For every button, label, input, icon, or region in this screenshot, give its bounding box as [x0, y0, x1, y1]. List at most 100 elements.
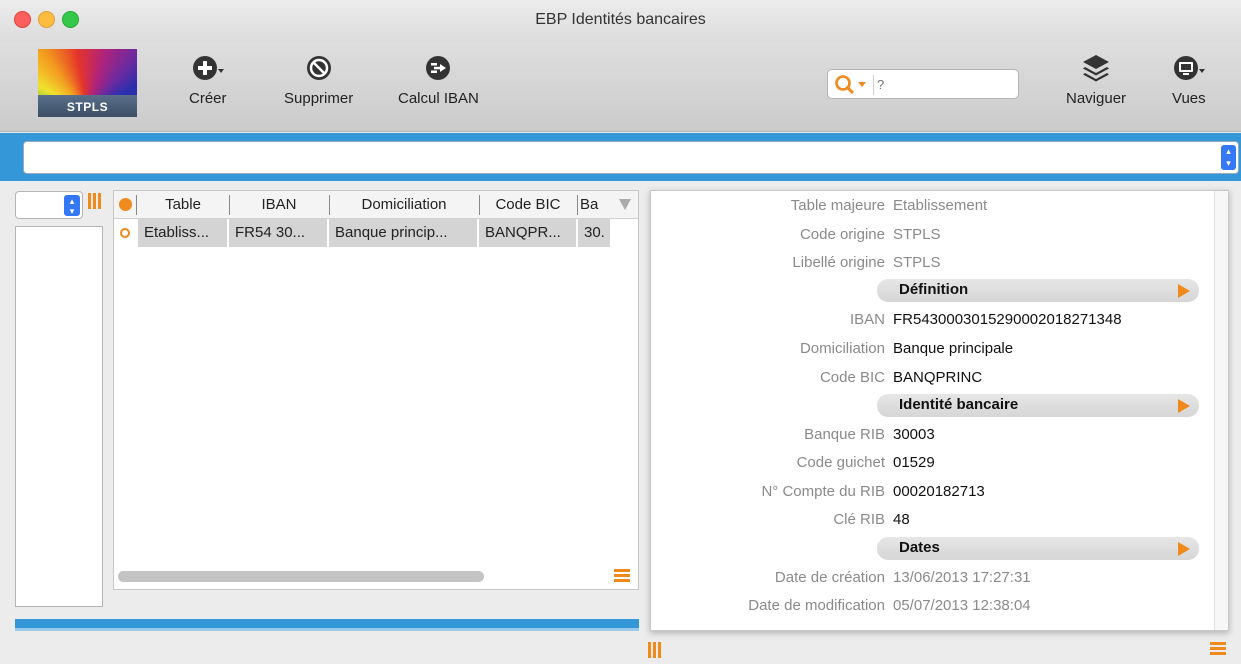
search-icon: [835, 75, 866, 95]
expand-arrow-icon[interactable]: [1178, 542, 1190, 556]
column-header-iban[interactable]: IBAN: [230, 196, 328, 213]
column-separator[interactable]: [136, 195, 137, 215]
field-label: Table majeure: [790, 197, 885, 214]
monitor-icon: [1173, 56, 1205, 80]
section-title: Dates: [899, 539, 940, 556]
column-resize-icon[interactable]: [88, 193, 102, 209]
calc-iban-label: Calcul IBAN: [398, 90, 479, 107]
search-input[interactable]: [877, 73, 1015, 95]
section-title: Définition: [899, 281, 969, 298]
cell-domiciliation[interactable]: Banque princip...: [329, 219, 477, 247]
field-libelle-origine: Libellé origine STPLS: [651, 252, 1211, 274]
field-cle-rib[interactable]: Clé RIB 48: [651, 509, 1211, 531]
views-button[interactable]: Vues: [1172, 52, 1206, 107]
field-value: STPLS: [893, 226, 941, 243]
field-date-modification: Date de modification 05/07/2013 12:38:04: [651, 595, 1211, 617]
filter-list[interactable]: [15, 226, 103, 607]
table-header: Table IBAN Domiciliation Code BIC Ba: [114, 191, 638, 219]
field-domiciliation[interactable]: Domiciliation Banque principale: [651, 338, 1211, 360]
navigate-button[interactable]: Naviguer: [1066, 52, 1126, 107]
title-bar: EBP Identités bancaires: [0, 0, 1241, 42]
filter-combo[interactable]: ▴ ▾: [23, 141, 1239, 174]
cell-ba[interactable]: 30.: [578, 219, 610, 247]
field-label: Date de création: [774, 569, 885, 586]
detail-scrollbar[interactable]: [1214, 191, 1228, 630]
list-menu-icon[interactable]: [614, 569, 630, 583]
field-table-majeure: Table majeure Etablissement: [651, 195, 1211, 217]
field-date-creation: Date de création 13/06/2013 17:27:31: [651, 567, 1211, 589]
search-box[interactable]: [827, 69, 1019, 99]
field-label: Banque RIB: [804, 426, 885, 443]
combo-stepper-icon[interactable]: ▴ ▾: [1221, 145, 1236, 170]
section-identite-bancaire[interactable]: Identité bancaire: [877, 394, 1199, 417]
field-value: Etablissement: [893, 197, 988, 214]
field-code-guichet[interactable]: Code guichet 01529: [651, 452, 1211, 474]
field-label: Domiciliation: [799, 340, 885, 357]
cell-iban[interactable]: FR54 30...: [229, 219, 327, 247]
field-label: Code BIC: [819, 369, 885, 386]
field-banque-rib[interactable]: Banque RIB 30003: [651, 424, 1211, 446]
status-dot-icon[interactable]: [119, 198, 132, 211]
export-arrow-icon: [426, 56, 451, 80]
delete-label: Supprimer: [284, 90, 354, 107]
field-value: STPLS: [893, 254, 941, 271]
field-compte-rib[interactable]: N° Compte du RIB 00020182713: [651, 481, 1211, 503]
detail-menu-icon[interactable]: [1210, 642, 1226, 656]
delete-button[interactable]: Supprimer: [284, 52, 353, 107]
field-label: N° Compte du RIB: [761, 483, 885, 500]
horizontal-scrollbar[interactable]: [118, 571, 484, 582]
cell-code-bic[interactable]: BANQPR...: [479, 219, 576, 247]
field-code-bic[interactable]: Code BIC BANQPRINC: [651, 367, 1211, 389]
field-value[interactable]: 48: [893, 509, 910, 531]
field-value: 05/07/2013 12:38:04: [893, 597, 1031, 614]
company-logo[interactable]: STPLS: [38, 49, 137, 117]
field-value: 13/06/2013 17:27:31: [893, 569, 1031, 586]
detail-panel: Table majeure Etablissement Code origine…: [650, 190, 1229, 631]
expand-arrow-icon[interactable]: [1178, 399, 1190, 413]
navigate-label: Naviguer: [1066, 90, 1127, 107]
search-separator: [873, 75, 874, 95]
field-label: Code origine: [799, 226, 885, 243]
window-title: EBP Identités bancaires: [535, 11, 706, 28]
views-label: Vues: [1172, 90, 1206, 107]
logo-text: STPLS: [66, 100, 109, 114]
panel-resize-icon[interactable]: [648, 642, 662, 658]
field-iban[interactable]: IBAN FR5430003015290002018271348: [651, 309, 1211, 331]
create-button[interactable]: Créer: [189, 52, 227, 107]
field-value[interactable]: 01529: [893, 452, 935, 474]
expand-arrow-icon[interactable]: [1178, 284, 1190, 298]
column-header-ba[interactable]: Ba: [580, 196, 602, 213]
prohibited-icon: [306, 56, 331, 80]
data-table: Table IBAN Domiciliation Code BIC Ba Eta…: [113, 190, 639, 590]
field-value[interactable]: 30003: [893, 424, 935, 446]
bottom-divider-line: [15, 628, 639, 631]
create-label: Créer: [189, 90, 227, 107]
field-value[interactable]: 00020182713: [893, 481, 985, 503]
field-value[interactable]: FR5430003015290002018271348: [893, 309, 1122, 331]
column-separator[interactable]: [577, 195, 578, 215]
section-definition[interactable]: Définition: [877, 279, 1199, 302]
field-label: Code guichet: [796, 454, 885, 471]
section-dates[interactable]: Dates: [877, 537, 1199, 560]
column-header-domiciliation[interactable]: Domiciliation: [330, 196, 478, 213]
toolbar: STPLS Créer Supprimer Calcul IBAN ? Navi…: [0, 42, 1241, 132]
select-stepper-icon[interactable]: ▴ ▾: [64, 195, 80, 216]
section-title: Identité bancaire: [899, 396, 1019, 413]
field-label: Libellé origine: [792, 254, 885, 271]
filter-select[interactable]: ▴ ▾: [15, 191, 83, 219]
column-header-code-bic[interactable]: Code BIC: [480, 196, 576, 213]
plus-circle-icon: [192, 56, 224, 80]
field-value[interactable]: BANQPRINC: [893, 367, 982, 389]
cell-table[interactable]: Etabliss...: [138, 219, 227, 247]
field-code-origine: Code origine STPLS: [651, 224, 1211, 246]
column-header-table[interactable]: Table: [138, 196, 228, 213]
field-value[interactable]: Banque principale: [893, 338, 1013, 360]
field-label: Clé RIB: [833, 511, 885, 528]
row-marker-icon: [120, 228, 130, 238]
field-label: IBAN: [849, 311, 885, 328]
table-row[interactable]: Etabliss... FR54 30... Banque princip...…: [114, 219, 638, 247]
calc-iban-button[interactable]: Calcul IBAN: [398, 52, 479, 107]
column-menu-icon[interactable]: [618, 198, 632, 211]
layers-icon: [1083, 55, 1110, 82]
field-label: Date de modification: [748, 597, 885, 614]
